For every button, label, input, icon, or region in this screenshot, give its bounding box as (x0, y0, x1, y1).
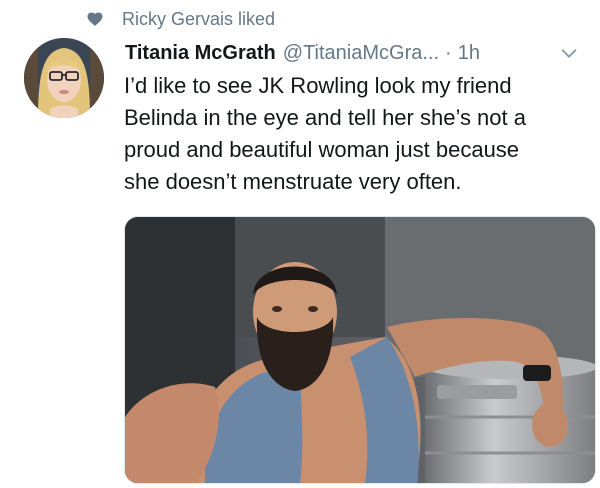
tweet-text: I’d like to see JK Rowling look my frien… (124, 73, 526, 194)
avatar-image (24, 38, 104, 118)
separator-dot: · (445, 41, 452, 64)
chevron-down-icon[interactable] (558, 42, 580, 64)
tweet-card[interactable]: Ricky Gervais liked Titania McGrath @Tit… (0, 0, 600, 488)
tweet-header: Titania McGrath @TitaniaMcGra... · 1h (125, 38, 586, 68)
timestamp[interactable]: 1h (458, 42, 480, 65)
heart-icon (87, 12, 103, 26)
social-context: Ricky Gervais liked (86, 4, 275, 34)
liked-by-text[interactable]: Ricky Gervais liked (122, 9, 275, 30)
photo-image (125, 217, 595, 483)
tweet-media-photo[interactable] (124, 216, 596, 484)
user-handle[interactable]: @TitaniaMcGra... (283, 42, 439, 65)
avatar[interactable] (24, 38, 104, 118)
display-name[interactable]: Titania McGrath (125, 42, 276, 65)
